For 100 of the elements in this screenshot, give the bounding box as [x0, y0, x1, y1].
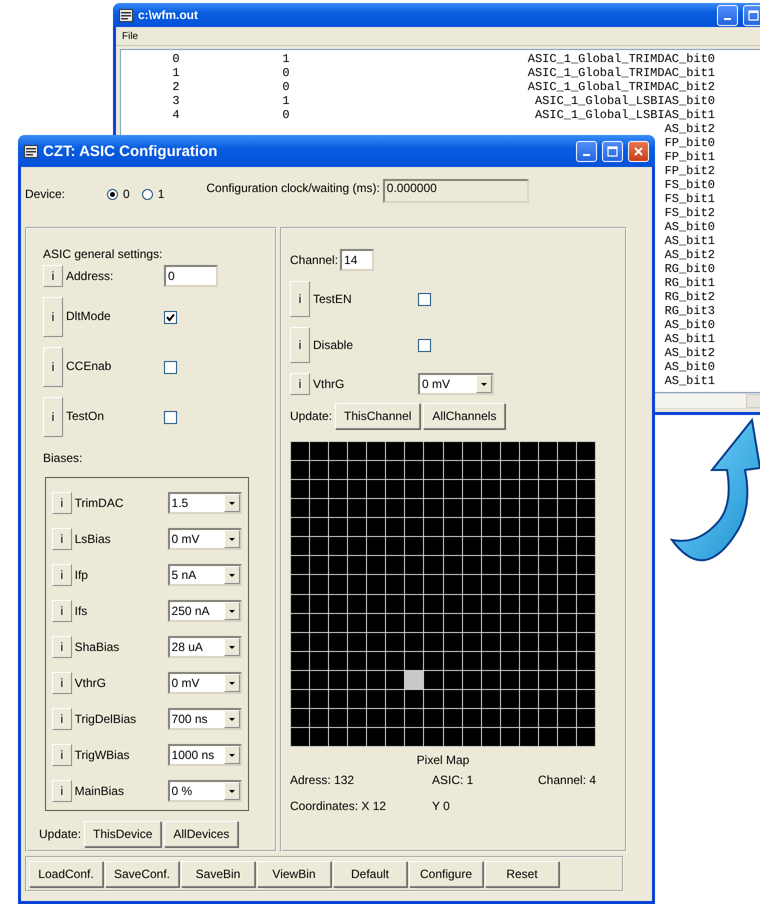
dropdown[interactable]: 1000 ns [168, 744, 242, 766]
update-button[interactable]: ThisChannel [335, 403, 420, 429]
info-button[interactable]: i [52, 492, 72, 514]
setting-label: TrigWBias [74, 748, 130, 762]
info-button[interactable]: i [43, 297, 63, 337]
dropdown[interactable]: 1.5 [168, 492, 242, 514]
menu-item[interactable]: File [122, 30, 138, 42]
dropdown[interactable]: 0 mV [168, 528, 242, 550]
bit-value: 1 [281, 94, 291, 108]
dropdown[interactable]: 0 mV [418, 373, 494, 395]
pixel-coordinate: Y 0 [432, 799, 451, 813]
bit-name: AS_bit2 [664, 122, 715, 136]
pixel-info: Channel: 4 [538, 773, 598, 787]
bit-name: FS_bit1 [664, 192, 715, 206]
window-title: CZT: ASIC Configuration [43, 142, 218, 160]
setting-label: VthrG [312, 377, 346, 391]
toolbar-button[interactable]: Default [333, 861, 407, 887]
setting-label: MainBias [74, 784, 125, 798]
setting-label: Ifp [74, 568, 89, 582]
toolbar-button[interactable]: Configure [409, 861, 483, 887]
toolbar-button[interactable]: LoadConf. [29, 861, 103, 887]
dropdown[interactable]: 0 % [168, 780, 242, 802]
setting-label: TrigDelBias [74, 712, 138, 726]
info-button[interactable]: i [52, 780, 72, 802]
toolbar-button[interactable]: SaveConf. [105, 861, 179, 887]
toolbar-button[interactable]: ViewBin [257, 861, 331, 887]
bit-name: ASIC_1_Global_TRIMDAC_bit2 [526, 80, 716, 94]
bit-name: AS_bit0 [664, 360, 715, 374]
info-button[interactable]: i [290, 373, 310, 395]
info-button[interactable]: i [52, 672, 72, 694]
bit-name: FP_bit2 [664, 164, 715, 178]
radio-label: 0 [123, 187, 130, 201]
bit-name: RG_bit2 [664, 290, 715, 304]
bit-value: 0 [281, 80, 291, 94]
info-button[interactable]: i [52, 708, 72, 730]
update-button[interactable]: ThisDevice [84, 821, 162, 847]
setting-label: VthrG [74, 676, 107, 690]
pixel-coordinate: Coordinates: X 12 [290, 799, 388, 813]
bit-name: RG_bit0 [664, 262, 715, 276]
info-button[interactable]: i [52, 600, 72, 622]
info-button[interactable]: i [290, 281, 310, 317]
toolbar-button[interactable]: SaveBin [181, 861, 255, 887]
dropdown[interactable]: 28 uA [168, 636, 242, 658]
bit-name: AS_bit2 [664, 346, 715, 360]
section-label: ASIC general settings: [43, 247, 164, 261]
row-index: 3 [171, 94, 181, 108]
dropdown[interactable]: 5 nA [168, 564, 242, 586]
channel-field[interactable]: 14 [340, 249, 374, 271]
info-button[interactable]: i [43, 265, 63, 287]
row-index: 0 [171, 52, 181, 66]
bit-name: FS_bit0 [664, 178, 715, 192]
bit-name: AS_bit1 [664, 374, 715, 388]
row-index: 2 [171, 80, 181, 94]
bit-name: FS_bit2 [664, 206, 715, 220]
setting-label: Disable [312, 338, 354, 352]
bit-name: ASIC_1_Global_TRIMDAC_bit1 [526, 66, 716, 80]
update-label: Update: [39, 827, 82, 841]
info-button[interactable]: i [43, 347, 63, 387]
setting-label: LsBias [74, 532, 112, 546]
bit-name: AS_bit1 [664, 332, 715, 346]
update-button[interactable]: AllDevices [164, 821, 238, 847]
dropdown[interactable]: 700 ns [168, 708, 242, 730]
bit-value: 1 [281, 52, 291, 66]
bit-name: ASIC_1_Global_LSBIAS_bit1 [534, 108, 716, 122]
setting-label: TestEN [312, 292, 353, 306]
update-button[interactable]: AllChannels [423, 403, 506, 429]
info-button[interactable]: i [52, 636, 72, 658]
address-field[interactable]: 0 [164, 265, 218, 287]
info-button[interactable]: i [290, 327, 310, 363]
clock-field[interactable]: 0.000000 [382, 179, 529, 203]
bit-name: ASIC_1_Global_LSBIAS_bit0 [534, 94, 716, 108]
setting-label: Ifs [74, 604, 88, 618]
bit-name: RG_bit3 [664, 304, 715, 318]
pixel-info: Adress: 132 [290, 773, 356, 787]
info-button[interactable]: i [52, 564, 72, 586]
setting-label: Address: [65, 269, 114, 283]
clock-label: Configuration clock/waiting (ms): [206, 181, 380, 195]
setting-label: DltMode [65, 308, 112, 323]
window-title: c:\wfm.out [138, 8, 198, 22]
info-button[interactable]: i [43, 397, 63, 437]
bit-value: 0 [281, 108, 291, 122]
info-button[interactable]: i [52, 528, 72, 550]
bit-name: AS_bit0 [664, 318, 715, 332]
radio-label: 1 [158, 187, 164, 201]
bit-name: FP_bit0 [664, 136, 715, 150]
bit-name: FP_bit1 [664, 150, 715, 164]
channel-label: Channel: [290, 253, 338, 267]
bit-value: 0 [281, 66, 291, 80]
bit-name: AS_bit0 [664, 220, 715, 234]
setting-label: CCEnab [65, 358, 112, 373]
dropdown[interactable]: 0 mV [168, 672, 242, 694]
setting-label: TestOn [65, 408, 106, 423]
toolbar-button[interactable]: Reset [485, 861, 559, 887]
dropdown[interactable]: 250 nA [168, 600, 242, 622]
setting-label: TrimDAC [74, 496, 124, 510]
row-index: 4 [171, 108, 181, 122]
bit-name: AS_bit1 [664, 234, 715, 248]
row-index: 1 [171, 66, 181, 80]
pixel-map-title: Pixel Map [416, 753, 470, 767]
info-button[interactable]: i [52, 744, 72, 766]
